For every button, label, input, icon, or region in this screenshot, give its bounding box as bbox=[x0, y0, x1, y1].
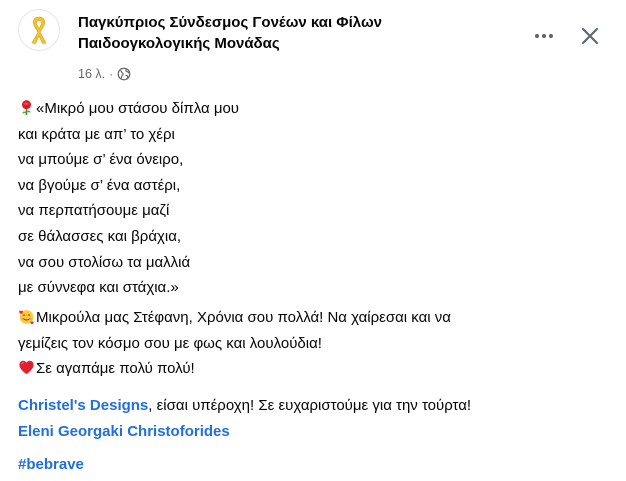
page-name-line2: Παιδοογκολογικής Μονάδας bbox=[78, 35, 280, 52]
poem-line: να μπούμε σ’ ένα όνειρο, bbox=[18, 151, 184, 169]
post-body: «Μικρό μου στάσου δίπλα μου και κράτα με… bbox=[18, 96, 618, 473]
hashtag-bebrave[interactable]: #bebrave bbox=[18, 456, 84, 473]
mention-line: Eleni Georgaki Christoforides bbox=[18, 419, 618, 445]
red-heart-emoji bbox=[19, 360, 34, 375]
poem-line: να βγούμε σ’ ένα αστέρι, bbox=[18, 176, 181, 194]
mention-eleni-georgaki[interactable]: Eleni Georgaki Christoforides bbox=[18, 423, 230, 440]
gold-ribbon-icon bbox=[31, 16, 47, 44]
post-meta: 16 λ. · bbox=[78, 65, 131, 83]
rose-emoji bbox=[21, 100, 32, 116]
poem-line: να σου στολίσω τα μαλλιά bbox=[18, 253, 191, 271]
hashtags: #bebrave bbox=[18, 452, 84, 478]
wishes-line: Σε αγαπάμε πολύ πολύ! bbox=[18, 356, 618, 382]
mention-text: , είσαι υπέροχη! Σε ευχαριστούμε για την… bbox=[148, 397, 472, 414]
poem-line: «Μικρό μου στάσου δίπλα μου bbox=[18, 96, 618, 122]
page-avatar[interactable] bbox=[18, 9, 60, 51]
poem-line: να περπατήσουμε μαζί bbox=[18, 202, 170, 220]
post-timestamp[interactable]: 16 λ. bbox=[78, 67, 105, 81]
mentions: Christel's Designs, είσαι υπέροχη! Σε ευ… bbox=[18, 393, 618, 444]
facebook-post: Παγκύπριος Σύνδεσμος Γονέων και Φίλων Πα… bbox=[0, 0, 626, 481]
poem-line: και κράτα με απ’ το χέρι bbox=[18, 125, 175, 143]
close-icon bbox=[581, 27, 599, 45]
mention-line: Christel's Designs, είσαι υπέροχη! Σε ευ… bbox=[18, 393, 618, 419]
mention-christels-designs[interactable]: Christel's Designs bbox=[18, 397, 148, 414]
meta-separator: · bbox=[109, 67, 114, 81]
close-button[interactable] bbox=[575, 21, 605, 51]
wishes-line: Μικρούλα μας Στέφανη, Χρόνια σου πολλά! … bbox=[18, 305, 618, 331]
birthday-wishes: Μικρούλα μας Στέφανη, Χρόνια σου πολλά! … bbox=[18, 305, 618, 382]
page-name-link[interactable]: Παγκύπριος Σύνδεσμος Γονέων και Φίλων Πα… bbox=[78, 12, 498, 54]
poem-line: σε θάλασσες και βράχια, bbox=[18, 227, 182, 245]
page-name-line1: Παγκύπριος Σύνδεσμος Γονέων και Φίλων bbox=[78, 14, 382, 31]
globe-icon[interactable] bbox=[117, 67, 131, 81]
poem: «Μικρό μου στάσου δίπλα μου και κράτα με… bbox=[18, 96, 618, 301]
poem-line: με σύννεφα και στάχια.» bbox=[18, 279, 179, 297]
more-options-button[interactable] bbox=[530, 22, 558, 50]
smiling-face-with-hearts-emoji bbox=[19, 310, 34, 325]
post-header: Παγκύπριος Σύνδεσμος Γονέων και Φίλων Πα… bbox=[0, 0, 626, 96]
wishes-line: γεμίζεις τον κόσμο σου με φως και λουλού… bbox=[18, 334, 322, 352]
more-dots-icon bbox=[534, 33, 554, 39]
